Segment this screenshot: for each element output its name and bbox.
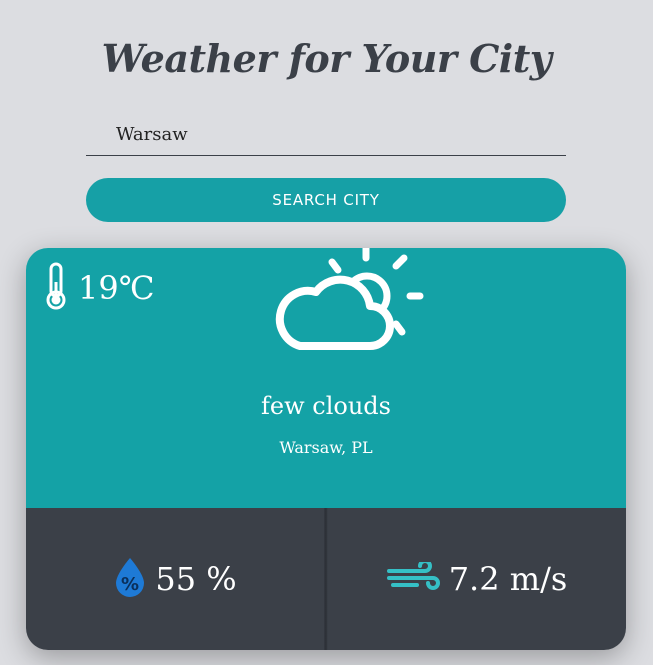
page-title: Weather for Your City [101, 36, 552, 81]
weather-summary-panel: 19℃ few clouds Warsaw, PL [26, 248, 626, 508]
thermometer-icon [44, 262, 68, 314]
partly-cloudy-icon [252, 248, 432, 368]
humidity-stat: % 55 % [26, 508, 324, 650]
humidity-value: 55 % [155, 560, 237, 598]
weather-details-panel: % 55 % 7.2 m/s [26, 508, 626, 650]
wind-value: 7.2 m/s [448, 560, 568, 598]
location-label: Warsaw, PL [279, 438, 373, 457]
temperature: 19℃ [44, 262, 155, 314]
search-city-button[interactable]: SEARCH CITY [86, 178, 566, 222]
weather-card: 19℃ few clouds Warsaw, PL % 55 % 7.2 m/s [26, 248, 626, 650]
humidity-drop-icon: % [113, 556, 147, 602]
weather-description: few clouds [261, 392, 391, 420]
temperature-value: 19℃ [78, 269, 155, 307]
wind-stat: 7.2 m/s [328, 508, 626, 650]
svg-text:%: % [121, 574, 139, 595]
city-search-input[interactable] [86, 114, 566, 156]
wind-icon [386, 559, 441, 596]
